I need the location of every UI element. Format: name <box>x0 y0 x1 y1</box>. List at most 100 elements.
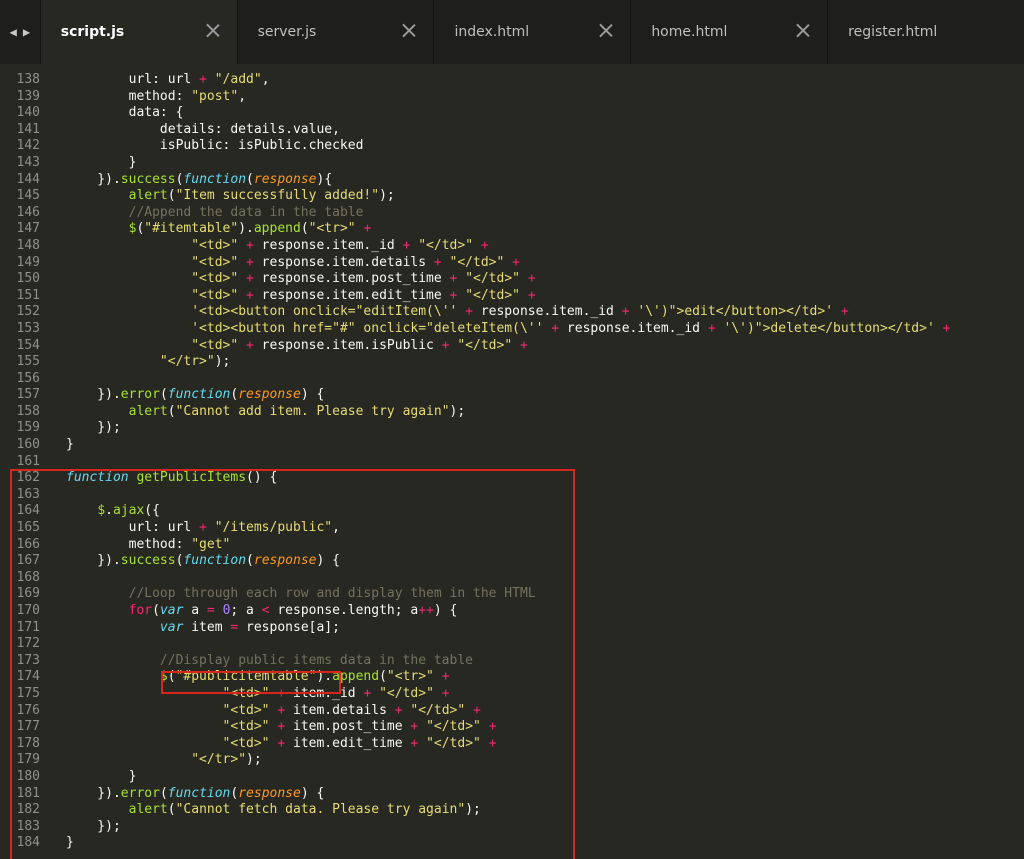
code-line: 139 method: "post", <box>0 89 247 106</box>
code-text: }); <box>66 420 121 436</box>
code-text: data: { <box>66 105 184 121</box>
code-line: 152 '<td><button onclick="editItem(\'' +… <box>0 304 849 321</box>
code-text: alert("Item successfully added!"); <box>128 188 395 204</box>
code-line: 150 "<td>" + response.item.post_time + "… <box>0 271 536 288</box>
tab-label: script.js <box>60 24 125 40</box>
code-line: 173 //Display public items data in the t… <box>0 652 473 670</box>
close-icon[interactable] <box>205 22 221 38</box>
line-number: 148 <box>16 237 40 253</box>
code-line: 179 "</tr>"); <box>0 752 262 769</box>
code-line: 138 url: url + "/add", <box>0 72 270 89</box>
line-number: 182 <box>16 802 40 818</box>
line-number: 166 <box>16 536 40 552</box>
code-line: 167 }).success(function(response) { <box>0 553 340 570</box>
triangle-right-icon[interactable]: ▶ <box>23 25 30 39</box>
code-text: '<td><button href="#" onclick="deleteIte… <box>191 320 951 336</box>
code-text: "<td>" + response.item._id + "</td>" + <box>191 237 489 253</box>
line-number: 144 <box>16 171 40 187</box>
code-line: 180 } <box>0 769 137 786</box>
triangle-left-icon[interactable]: ◀ <box>10 25 17 39</box>
code-text: "<td>" + response.item.edit_time + "</td… <box>191 287 536 303</box>
code-text: //Display public items data in the table <box>159 652 473 668</box>
close-icon[interactable] <box>598 22 614 38</box>
code-line: 158 alert("Cannot add item. Please try a… <box>0 404 466 421</box>
code-line: 161 <box>0 454 40 471</box>
line-number: 140 <box>16 105 40 121</box>
line-number: 152 <box>16 304 40 320</box>
code-text: "<td>" + response.item.isPublic + "</td>… <box>191 337 528 353</box>
code-text: //Loop through each row and display them… <box>128 586 536 602</box>
code-line: 154 "<td>" + response.item.isPublic + "<… <box>0 337 528 355</box>
line-number: 142 <box>16 138 40 154</box>
code-line: 183 }); <box>0 818 121 836</box>
code-line: 160} <box>0 437 74 454</box>
line-number: 173 <box>16 652 40 668</box>
code-line: 156 <box>0 371 40 388</box>
tab-register-html[interactable]: register.html <box>827 0 1024 64</box>
code-text: isPublic: isPublic.checked <box>66 138 364 154</box>
code-text: '<td><button onclick="editItem(\'' + res… <box>191 304 849 320</box>
code-line: 171 var item = response[a]; <box>0 619 340 637</box>
line-number: 179 <box>16 752 40 768</box>
code-text: "<td>" + item._id + "</td>" + <box>222 685 450 701</box>
line-number: 169 <box>16 586 40 602</box>
code-line: 170 for(var a = 0; a < response.length; … <box>0 603 458 620</box>
line-number: 156 <box>16 370 40 386</box>
code-line: 181 }).error(function(response) { <box>0 786 325 803</box>
line-number: 141 <box>16 121 40 137</box>
code-editor[interactable]: 138 url: url + "/add", 139 method: "post"… <box>0 64 1024 859</box>
code-text: function getPublicItems() { <box>66 470 278 486</box>
code-line: 155 "</tr>"); <box>0 354 231 371</box>
tab-nav: ◀ ▶ <box>0 0 40 64</box>
code-text: "<td>" + item.edit_time + "</td>" + <box>222 735 497 751</box>
line-number: 154 <box>16 337 40 353</box>
line-number: 175 <box>16 685 40 701</box>
line-number: 149 <box>16 254 40 270</box>
code-line: 147 $("#itemtable").append("<tr>" + <box>0 221 372 238</box>
line-number: 145 <box>16 188 40 204</box>
code-text: details: details.value, <box>66 121 340 137</box>
tab-label: home.html <box>651 24 728 40</box>
code-text: } <box>66 437 74 453</box>
code-text: }).success(function(response){ <box>66 171 333 187</box>
code-text: $.ajax({ <box>97 503 160 519</box>
code-line: 140 data: { <box>0 105 184 122</box>
code-text: url: url + "/items/public", <box>66 520 340 536</box>
code-line: 178 "<td>" + item.edit_time + "</td>" + <box>0 735 497 753</box>
code-line: 162 function getPublicItems() { <box>0 470 278 487</box>
line-number: 151 <box>16 287 40 303</box>
tab-bar: ◀ ▶ script.js server.js index.html home.… <box>0 0 1024 64</box>
line-number: 172 <box>16 636 40 652</box>
code-text: for(var a = 0; a < response.length; a++)… <box>128 603 458 618</box>
code-text: }); <box>66 818 121 834</box>
code-line: 143 } <box>0 155 137 172</box>
line-number: 162 <box>16 470 40 486</box>
code-text: "<td>" + response.item.post_time + "</td… <box>191 271 536 287</box>
close-icon[interactable] <box>795 22 811 38</box>
code-text: "<td>" + response.item.details + "</td>"… <box>191 254 520 270</box>
code-line: 177 "<td>" + item.post_time + "</td>" + <box>0 719 497 736</box>
line-number: 138 <box>16 72 40 87</box>
code-line: 142 isPublic: isPublic.checked <box>0 138 364 155</box>
line-number: 161 <box>16 453 40 469</box>
tab-script-js[interactable]: script.js <box>39 0 237 64</box>
code-text: }).success(function(response) { <box>66 553 340 569</box>
code-line: 166 method: "get" <box>0 536 231 554</box>
line-number: 165 <box>16 520 40 536</box>
code-line: 163 <box>0 487 40 504</box>
line-number: 171 <box>16 619 40 635</box>
tab-server-js[interactable]: server.js <box>236 0 434 64</box>
code-text: var item = response[a]; <box>159 619 340 635</box>
code-line: 141 details: details.value, <box>0 121 340 139</box>
code-text: method: "post", <box>66 88 247 104</box>
tab-index-html[interactable]: index.html <box>433 0 630 64</box>
line-number: 153 <box>16 320 40 336</box>
tab-home-html[interactable]: home.html <box>630 0 827 64</box>
code-line: 153 '<td><button href="#" onclick="delet… <box>0 320 951 338</box>
line-number: 178 <box>16 735 40 751</box>
line-number: 183 <box>16 818 40 834</box>
code-text: "</tr>"); <box>191 752 262 768</box>
code-text: url: url + "/add", <box>66 72 270 87</box>
close-icon[interactable] <box>401 22 417 38</box>
code-line: 169 //Loop through each row and display … <box>0 586 536 603</box>
